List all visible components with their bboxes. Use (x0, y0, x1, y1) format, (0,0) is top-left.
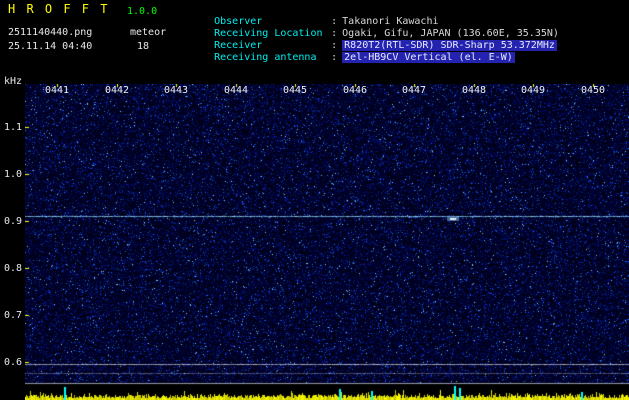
time-label: 0447 (401, 85, 427, 96)
freq-label: 0.6 (3, 357, 22, 368)
time-label: 0448 (461, 85, 487, 96)
time-label: 0450 (580, 85, 606, 96)
time-label: 0442 (104, 85, 130, 96)
info-value: Ogaki, Gifu, JAPAN (136.60E, 35.35N) (342, 28, 559, 39)
time-label: 0449 (520, 85, 546, 96)
info-label: Receiver (214, 40, 263, 51)
time-label: 0441 (44, 85, 70, 96)
info-label: Receiving Location (214, 28, 323, 39)
app-title: H R O F F T (8, 2, 110, 16)
info-value: R820T2(RTL-SDR) SDR-Sharp 53.372MHz (342, 40, 557, 51)
colon: : (331, 40, 338, 51)
freq-label: 1.1 (3, 122, 22, 133)
info-label: Observer (214, 16, 263, 27)
colon: : (331, 52, 338, 63)
info-label: Receiving antenna (214, 52, 317, 63)
time-label: 0446 (342, 85, 368, 96)
colon: : (331, 16, 338, 27)
freq-label: 1.0 (3, 169, 22, 180)
freq-label: 0.8 (3, 263, 22, 274)
time-label: 0445 (282, 85, 308, 96)
y-axis-unit: kHz (3, 76, 22, 87)
echo-count: 18 (137, 41, 150, 52)
hrofft-output: H R O F F T 1.0.0 2511140440.png meteor … (0, 0, 629, 400)
info-value: 2el-HB9CV Vertical (el. E-W) (342, 52, 515, 63)
colon: : (331, 28, 338, 39)
info-row-observer: Observer: Takanori Kawachi (178, 4, 559, 27)
app-version: 1.0.0 (127, 6, 158, 17)
time-label: 0443 (163, 85, 189, 96)
output-filename: 2511140440.png (8, 27, 93, 38)
freq-label: 0.7 (3, 310, 22, 321)
spectrogram-canvas (25, 84, 629, 400)
info-value: Takanori Kawachi (342, 16, 439, 27)
freq-label: 0.9 (3, 216, 22, 227)
station-info: Observer: Takanori Kawachi Receiving Loca… (178, 4, 559, 63)
mode-label: meteor (130, 27, 167, 38)
time-label: 0444 (223, 85, 249, 96)
observation-datetime: 25.11.14 04:40 (8, 41, 93, 52)
